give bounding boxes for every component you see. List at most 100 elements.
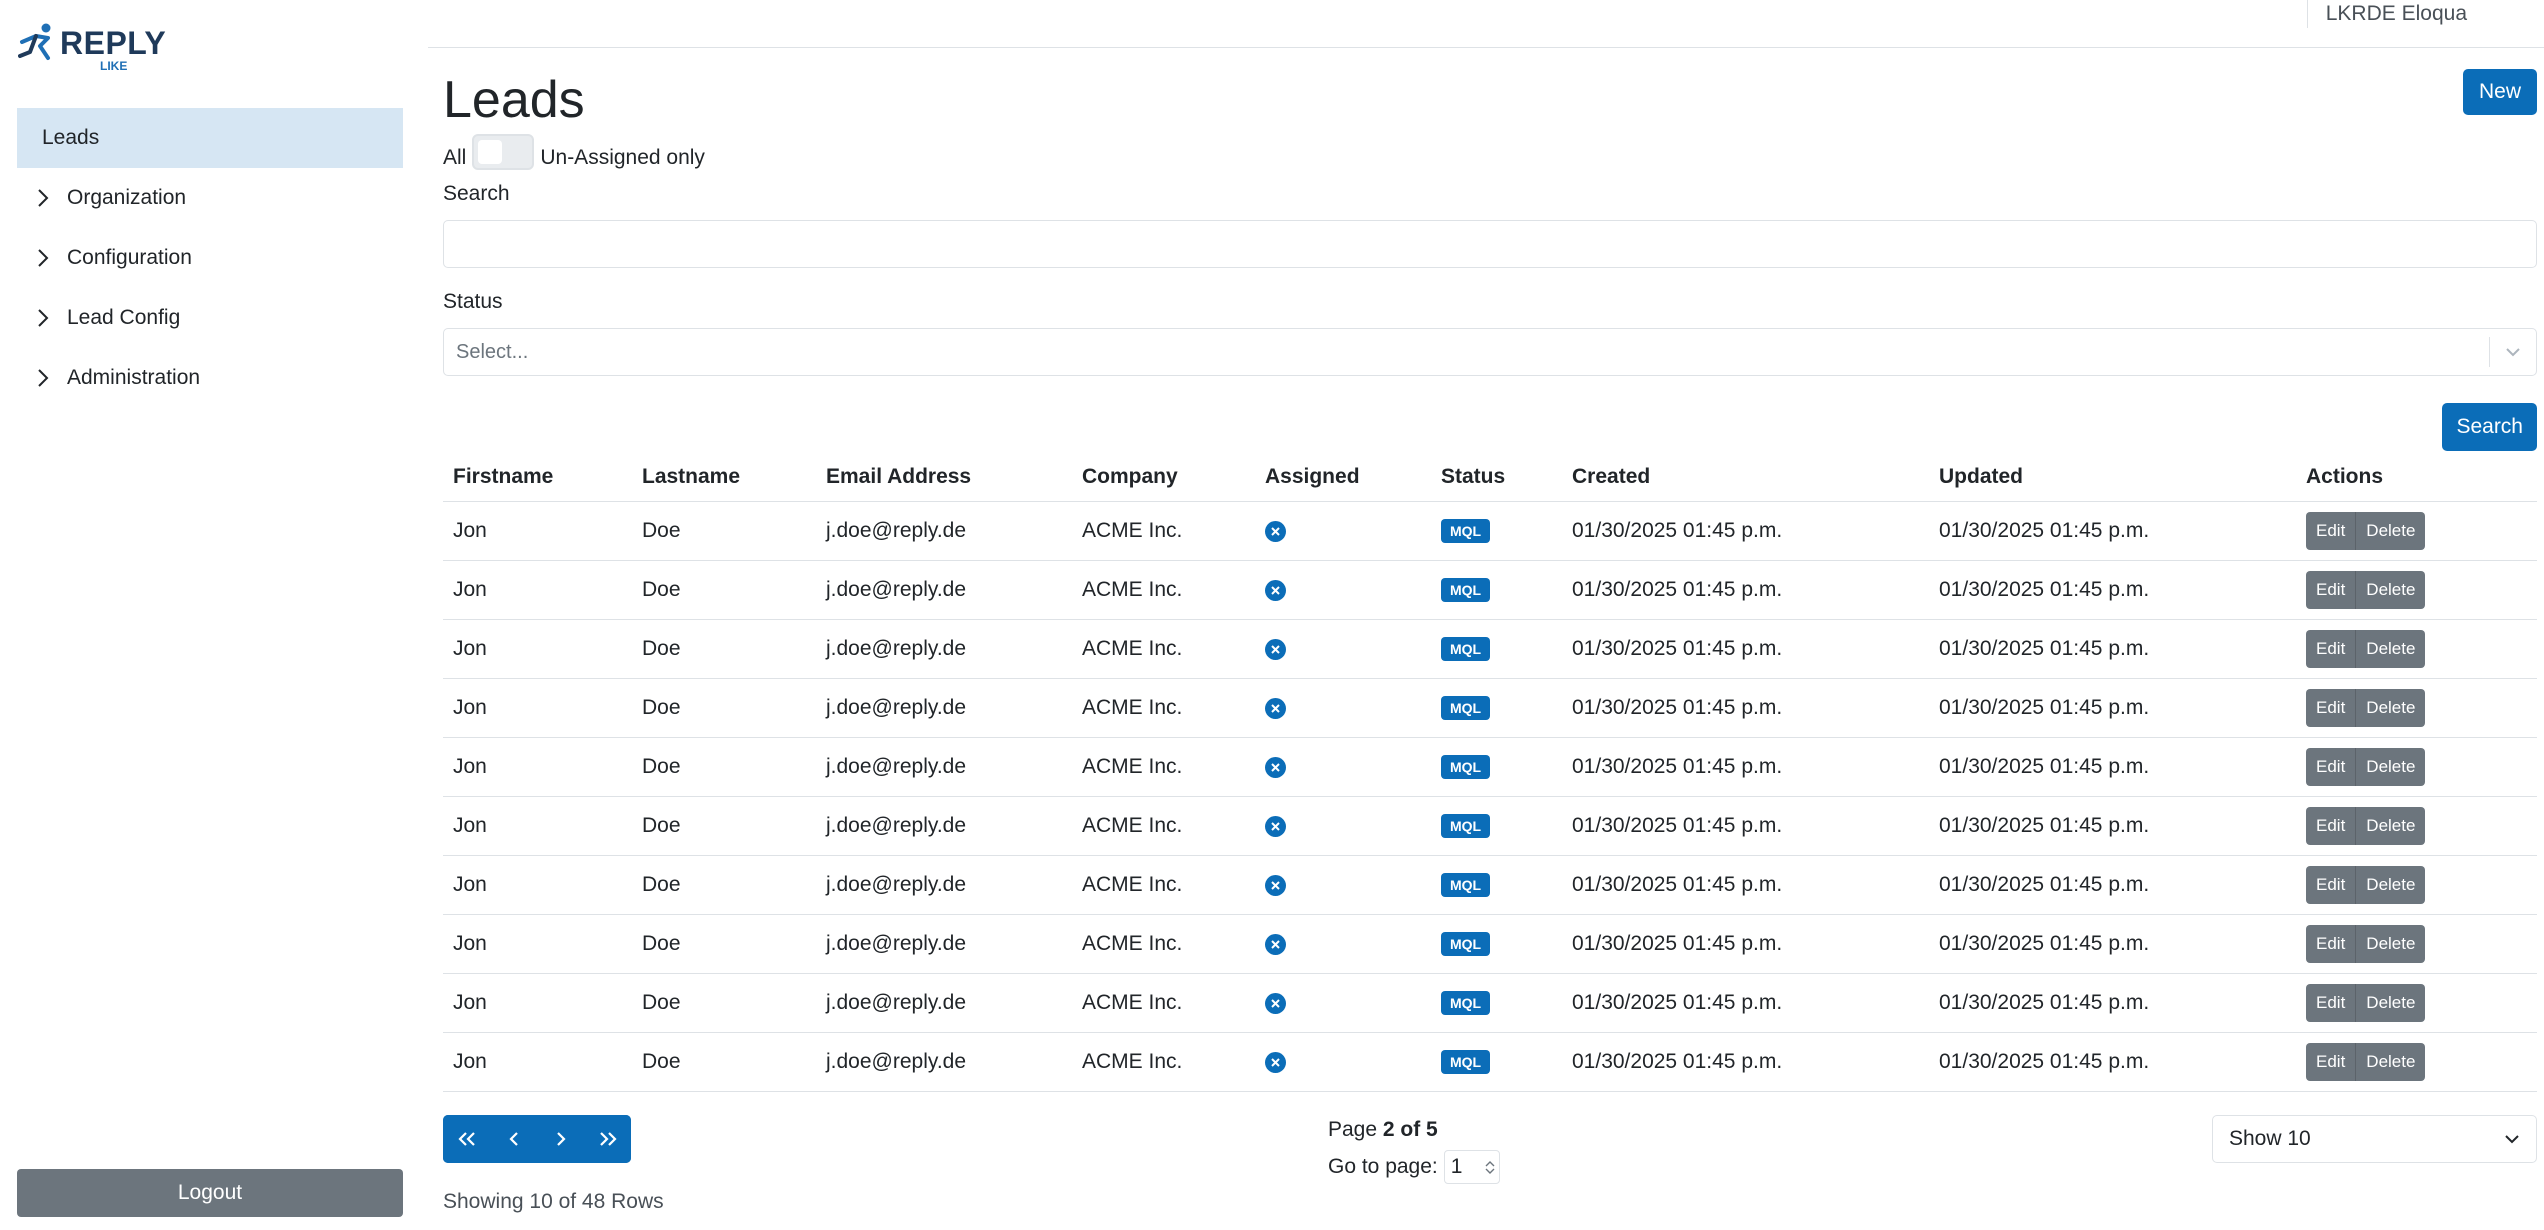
column-header[interactable]: Email Address [816, 453, 1072, 502]
delete-button[interactable]: Delete [2355, 806, 2426, 845]
edit-button[interactable]: Edit [2306, 865, 2356, 904]
edit-button[interactable]: Edit [2306, 924, 2356, 963]
cell-company: ACME Inc. [1072, 973, 1255, 1033]
cell-assigned [1255, 678, 1431, 738]
cell-firstname: Jon [443, 973, 632, 1033]
x-circle-icon [1265, 874, 1286, 896]
cell-status: MQL [1431, 914, 1562, 974]
first-page-button[interactable] [443, 1115, 490, 1163]
double-chevron-left-icon [457, 1132, 475, 1146]
page-size-select[interactable]: Show 10 [2212, 1115, 2537, 1163]
cell-assigned [1255, 796, 1431, 856]
cell-email: j.doe@reply.de [816, 560, 1072, 620]
cell-created: 01/30/2025 01:45 p.m. [1562, 501, 1929, 561]
sidebar-item-lead-config[interactable]: Lead Config [17, 288, 403, 348]
column-header[interactable]: Lastname [632, 453, 816, 502]
column-header[interactable]: Firstname [443, 453, 632, 502]
edit-button[interactable]: Edit [2306, 570, 2356, 609]
cell-actions: Edit Delete [2296, 737, 2537, 797]
edit-button[interactable]: Edit [2306, 1042, 2356, 1081]
sidebar: REPLY LIKE Leads Organization Configurat… [0, 0, 420, 1230]
reply-figure-icon [18, 23, 51, 60]
delete-button[interactable]: Delete [2355, 924, 2426, 963]
status-badge: MQL [1441, 755, 1491, 779]
new-lead-button[interactable]: New [2462, 69, 2537, 115]
delete-button[interactable]: Delete [2355, 511, 2426, 550]
cell-lastname: Doe [632, 1032, 816, 1092]
sidebar-item-organization[interactable]: Organization [17, 168, 403, 228]
row-count: Showing 10 of 48 Rows [443, 1190, 664, 1213]
sidebar-item-configuration[interactable]: Configuration [17, 228, 403, 288]
sidebar-item-label: Administration [67, 366, 201, 389]
x-circle-icon [1265, 1051, 1286, 1073]
column-header[interactable]: Company [1072, 453, 1255, 502]
edit-button[interactable]: Edit [2306, 688, 2356, 727]
delete-button[interactable]: Delete [2355, 629, 2426, 668]
column-header: Actions [2296, 453, 2537, 502]
edit-button[interactable]: Edit [2306, 747, 2356, 786]
status-badge: MQL [1441, 578, 1491, 602]
cell-created: 01/30/2025 01:45 p.m. [1562, 560, 1929, 620]
cell-created: 01/30/2025 01:45 p.m. [1562, 914, 1929, 974]
column-header[interactable]: Assigned [1255, 453, 1431, 502]
assignment-filter: All Un-Assigned only [443, 134, 705, 176]
sidebar-item-leads[interactable]: Leads [17, 108, 403, 168]
page-title: Leads [443, 71, 585, 129]
previous-page-button[interactable] [490, 1115, 537, 1163]
delete-button[interactable]: Delete [2355, 570, 2426, 609]
delete-button[interactable]: Delete [2355, 747, 2426, 786]
next-page-button[interactable] [537, 1115, 584, 1163]
cell-status: MQL [1431, 1032, 1562, 1092]
delete-button[interactable]: Delete [2355, 983, 2426, 1022]
column-header[interactable]: Status [1431, 453, 1562, 502]
table-header-row: Firstname Lastname Email Address Company… [443, 453, 2537, 502]
sidebar-item-administration[interactable]: Administration [17, 348, 403, 408]
table-row: Jon Doe j.doe@reply.de ACME Inc. MQL 01/30/20… [443, 973, 2537, 1033]
cell-lastname: Doe [632, 737, 816, 797]
search-button[interactable]: Search [2442, 403, 2537, 451]
cell-email: j.doe@reply.de [816, 796, 1072, 856]
status-select[interactable]: Select... [443, 328, 2537, 376]
delete-button[interactable]: Delete [2355, 865, 2426, 904]
edit-button[interactable]: Edit [2306, 983, 2356, 1022]
row-actions: Edit Delete [2306, 511, 2426, 550]
delete-button[interactable]: Delete [2355, 688, 2426, 727]
unassigned-toggle[interactable] [472, 134, 535, 170]
double-chevron-right-icon [599, 1132, 617, 1146]
chevron-right-icon [37, 368, 67, 388]
search-input[interactable] [443, 220, 2537, 268]
cell-assigned [1255, 737, 1431, 797]
cell-company: ACME Inc. [1072, 560, 1255, 620]
row-actions: Edit Delete [2306, 806, 2426, 845]
column-header[interactable]: Updated [1929, 453, 2296, 502]
table-row: Jon Doe j.doe@reply.de ACME Inc. MQL 01/30/20… [443, 737, 2537, 797]
table-row: Jon Doe j.doe@reply.de ACME Inc. MQL 01/30/20… [443, 855, 2537, 915]
table-row: Jon Doe j.doe@reply.de ACME Inc. MQL 01/30/20… [443, 1032, 2537, 1092]
edit-button[interactable]: Edit [2306, 629, 2356, 668]
sidebar-item-label: Organization [67, 186, 187, 209]
chevron-down-icon[interactable] [2490, 347, 2536, 357]
sidebar-item-label: Leads [42, 126, 100, 149]
cell-created: 01/30/2025 01:45 p.m. [1562, 796, 1929, 856]
cell-status: MQL [1431, 855, 1562, 915]
column-header[interactable]: Created [1562, 453, 1929, 502]
goto-page-input[interactable]: 1 [1443, 1150, 1500, 1184]
spinner-arrows-icon[interactable] [1485, 1160, 1495, 1174]
x-circle-icon [1265, 992, 1286, 1014]
table-row: Jon Doe j.doe@reply.de ACME Inc. MQL 01/30/20… [443, 796, 2537, 856]
user-name[interactable]: LKRDE Eloqua [2306, 0, 2467, 28]
edit-button[interactable]: Edit [2306, 511, 2356, 550]
edit-button[interactable]: Edit [2306, 806, 2356, 845]
last-page-button[interactable] [584, 1115, 631, 1163]
brand-logo[interactable]: REPLY LIKE [18, 22, 166, 72]
cell-status: MQL [1431, 973, 1562, 1033]
cell-email: j.doe@reply.de [816, 1032, 1072, 1092]
row-actions: Edit Delete [2306, 924, 2426, 963]
delete-button[interactable]: Delete [2355, 1042, 2426, 1081]
status-badge: MQL [1441, 519, 1491, 543]
chevron-right-icon [37, 308, 67, 328]
cell-updated: 01/30/2025 01:45 p.m. [1929, 973, 2296, 1033]
logout-button[interactable]: Logout [17, 1169, 403, 1217]
row-actions: Edit Delete [2306, 865, 2426, 904]
chevron-right-icon [556, 1132, 566, 1146]
